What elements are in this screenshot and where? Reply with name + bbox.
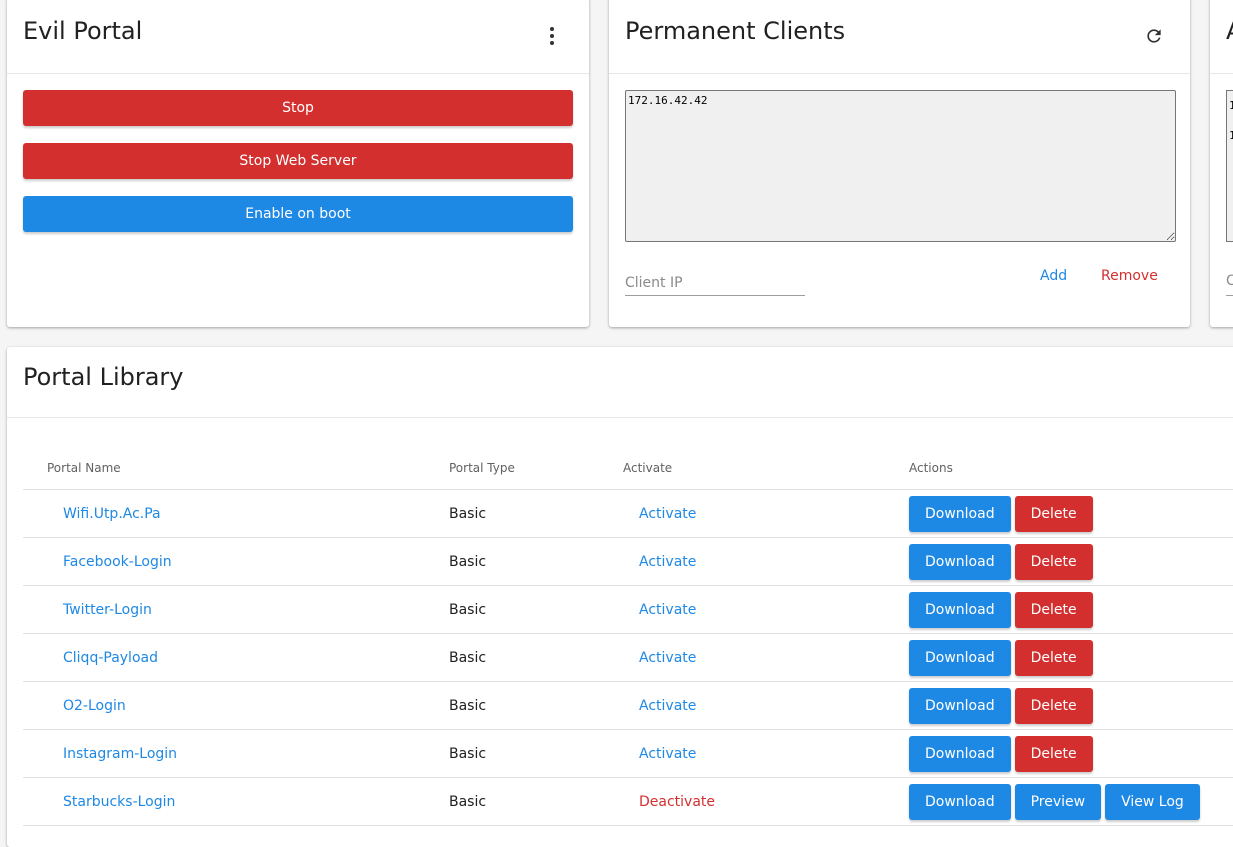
table-row: Wifi.Utp.Ac.Pa Basic Activate Download Delet…	[23, 489, 1233, 538]
header-portal-name: Portal Name	[23, 447, 449, 490]
portal-type: Basic	[449, 729, 623, 778]
portal-type: Basic	[449, 633, 623, 682]
download-button[interactable]: Download	[909, 591, 1011, 628]
third-card-partial: A 1 1 C	[1210, 0, 1233, 327]
portal-name-link[interactable]: Instagram-Login	[63, 746, 177, 762]
table-row: Cliqq-Payload Basic Activate Download Delete	[23, 633, 1233, 682]
stop-web-server-button[interactable]: Stop Web Server	[23, 143, 573, 179]
portal-type: Basic	[449, 681, 623, 730]
third-card-header: A	[1210, 0, 1233, 74]
portal-name-link[interactable]: Starbucks-Login	[63, 794, 175, 810]
add-client-button[interactable]: Add	[1036, 268, 1071, 284]
remove-client-button[interactable]: Remove	[1097, 268, 1162, 284]
delete-button[interactable]: Delete	[1014, 543, 1093, 580]
download-button[interactable]: Download	[909, 495, 1011, 532]
table-row: Starbucks-Login Basic Deactivate Download Pr…	[23, 777, 1233, 826]
portal-type: Basic	[449, 585, 623, 634]
portal-table: Portal Name Portal Type Activate Actions…	[23, 447, 1233, 826]
portal-library-card: Portal Library Portal Name Portal Type A…	[7, 347, 1233, 847]
deactivate-link[interactable]: Deactivate	[639, 794, 715, 810]
delete-button[interactable]: Delete	[1014, 495, 1093, 532]
portal-name-link[interactable]: Cliqq-Payload	[63, 650, 158, 666]
evil-portal-title: Evil Portal	[23, 17, 143, 45]
table-row: O2-Login Basic Activate Download Delete	[23, 681, 1233, 730]
table-row: Facebook-Login Basic Activate Download Delet…	[23, 537, 1233, 586]
delete-button[interactable]: Delete	[1014, 591, 1093, 628]
activate-link[interactable]: Activate	[639, 650, 696, 666]
activate-link[interactable]: Activate	[639, 746, 696, 762]
portal-name-link[interactable]: Facebook-Login	[63, 554, 172, 570]
portal-name-link[interactable]: Wifi.Utp.Ac.Pa	[63, 506, 161, 522]
download-button[interactable]: Download	[909, 543, 1011, 580]
header-portal-type: Portal Type	[449, 447, 623, 490]
download-button[interactable]: Download	[909, 783, 1011, 820]
portal-library-header: Portal Library	[7, 347, 1233, 418]
delete-button[interactable]: Delete	[1014, 639, 1093, 676]
table-row: Twitter-Login Basic Activate Download Delete	[23, 585, 1233, 634]
permanent-clients-header: Permanent Clients	[609, 0, 1190, 74]
permanent-clients-card: Permanent Clients Add Remove	[609, 0, 1190, 327]
permanent-clients-textarea[interactable]	[625, 90, 1176, 242]
preview-button[interactable]: Preview	[1014, 783, 1102, 820]
portal-type: Basic	[449, 537, 623, 586]
portal-type: Basic	[449, 489, 623, 538]
more-vert-icon[interactable]	[543, 24, 561, 48]
stop-button[interactable]: Stop	[23, 90, 573, 126]
portal-library-title: Portal Library	[23, 363, 184, 391]
portal-table-header-row: Portal Name Portal Type Activate Actions	[23, 447, 1233, 490]
refresh-icon[interactable]	[1144, 26, 1164, 46]
table-row: Instagram-Login Basic Activate Download Dele…	[23, 729, 1233, 778]
delete-button[interactable]: Delete	[1014, 735, 1093, 772]
third-card-title: A	[1226, 16, 1233, 46]
header-activate: Activate	[623, 447, 909, 490]
activate-link[interactable]: Activate	[639, 554, 696, 570]
permanent-clients-title: Permanent Clients	[625, 17, 846, 45]
client-ip-input[interactable]	[625, 271, 805, 296]
view-log-button[interactable]: View Log	[1105, 783, 1200, 820]
portal-name-link[interactable]: O2-Login	[63, 698, 126, 714]
download-button[interactable]: Download	[909, 735, 1011, 772]
download-button[interactable]: Download	[909, 639, 1011, 676]
portal-name-link[interactable]: Twitter-Login	[63, 602, 152, 618]
header-actions: Actions	[909, 447, 1233, 490]
enable-on-boot-button[interactable]: Enable on boot	[23, 196, 573, 232]
evil-portal-header: Evil Portal	[7, 0, 589, 74]
activate-link[interactable]: Activate	[639, 506, 696, 522]
delete-button[interactable]: Delete	[1014, 687, 1093, 724]
activate-link[interactable]: Activate	[639, 602, 696, 618]
download-button[interactable]: Download	[909, 687, 1011, 724]
evil-portal-card: Evil Portal Stop Stop Web Server Enable …	[7, 0, 589, 327]
third-card-input[interactable]: C	[1226, 271, 1233, 296]
portal-type: Basic	[449, 777, 623, 826]
activate-link[interactable]: Activate	[639, 698, 696, 714]
third-card-textarea[interactable]: 1 1	[1226, 90, 1233, 242]
